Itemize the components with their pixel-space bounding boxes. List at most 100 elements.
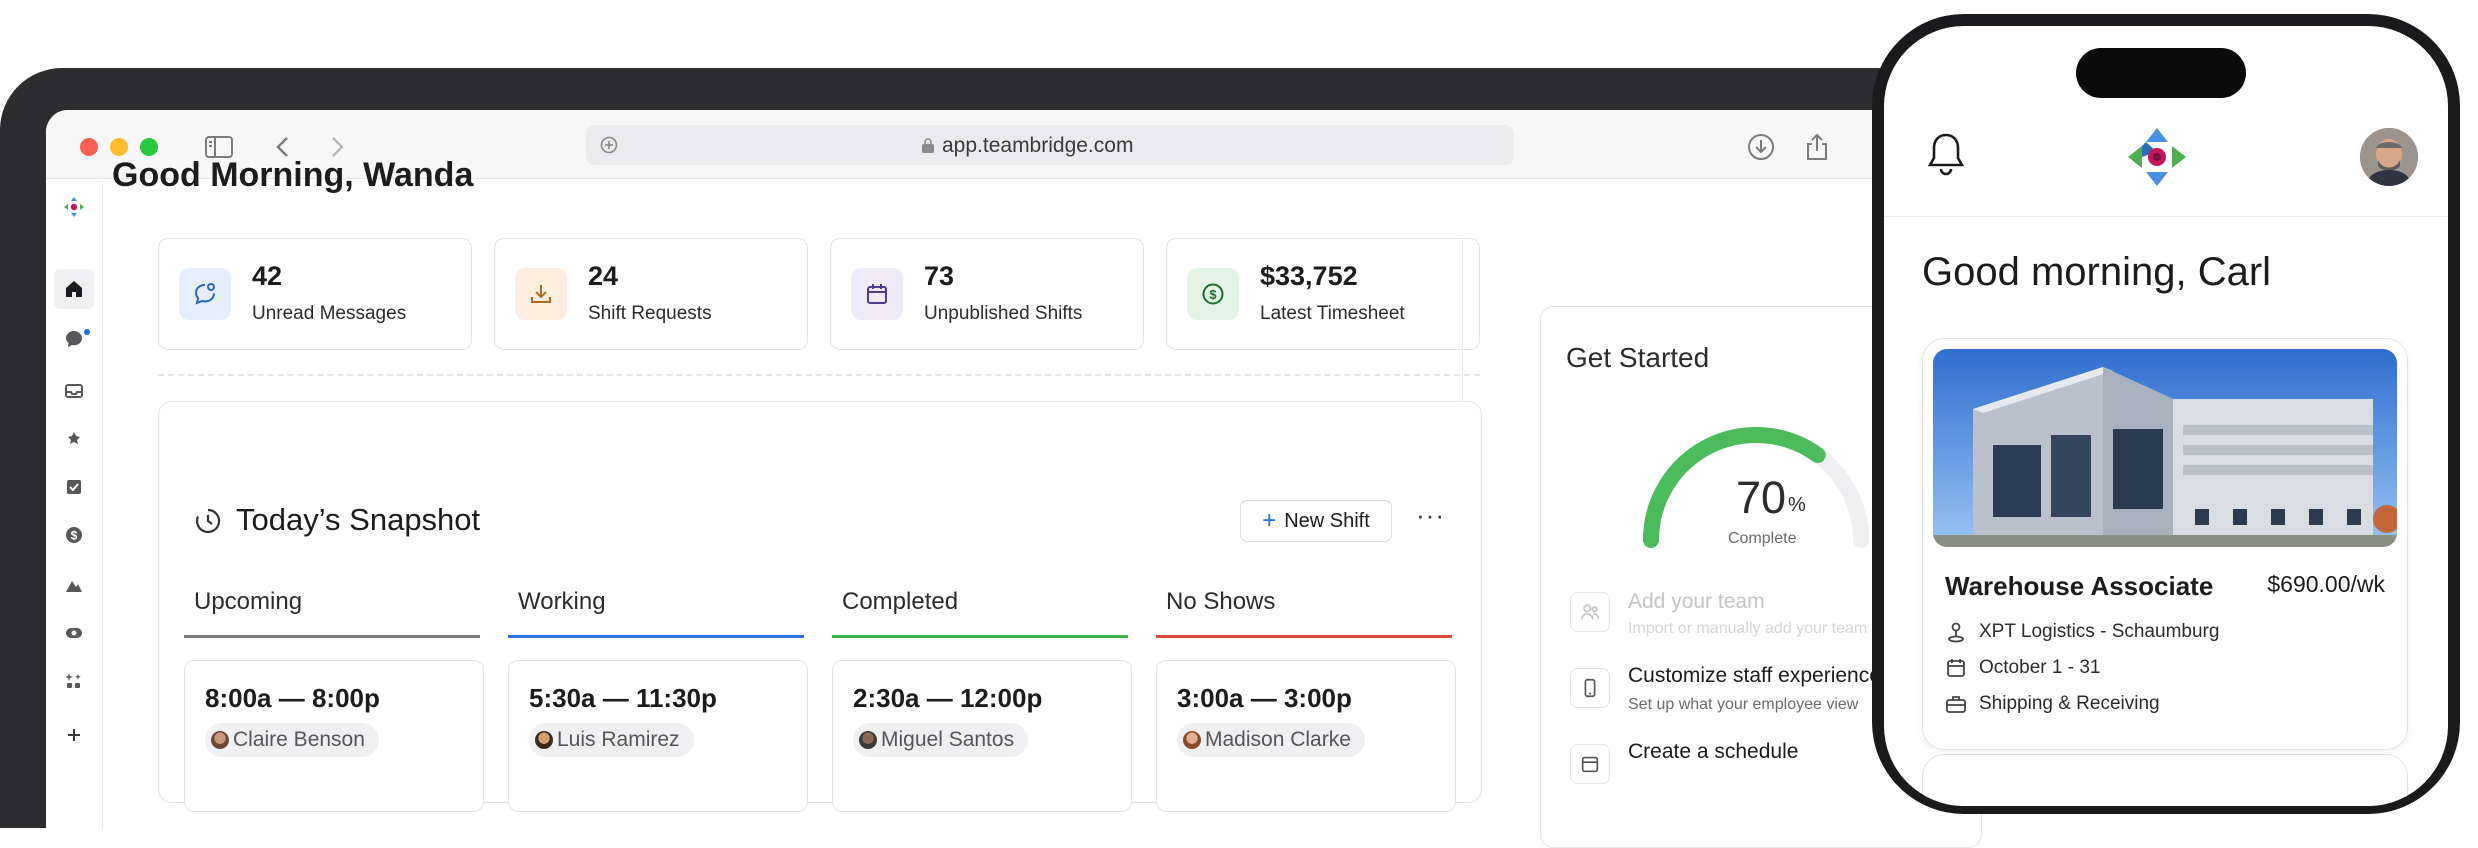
sidebar-item-tasks[interactable] <box>60 473 88 501</box>
job-card[interactable] <box>1922 754 2408 806</box>
stat-value: $33,752 <box>1260 261 1358 291</box>
job-department: Shipping & Receiving <box>1979 693 2160 714</box>
column-header-upcoming[interactable]: Upcoming <box>194 588 302 616</box>
maximize-window-button[interactable] <box>140 138 158 156</box>
bell-icon[interactable] <box>1924 130 1968 178</box>
download-icon <box>515 268 567 320</box>
stat-label: Unpublished Shifts <box>924 303 1083 324</box>
job-location-row: XPT Logistics - Schaumburg <box>1945 621 2219 643</box>
avatar <box>1183 731 1201 749</box>
share-icon[interactable] <box>1802 132 1832 162</box>
more-options-icon[interactable]: ··· <box>1416 500 1445 531</box>
sidebar-add-icon[interactable] <box>60 721 88 749</box>
job-title: Warehouse Associate <box>1945 571 2214 601</box>
sidebar-item-devices[interactable] <box>60 619 88 647</box>
gauge-fill <box>1643 427 1826 548</box>
task-title[interactable]: Customize staff experience <box>1628 664 1881 688</box>
job-dates-row: October 1 - 31 <box>1945 657 2100 679</box>
stat-label: Shift Requests <box>588 303 712 324</box>
job-dates: October 1 - 31 <box>1979 657 2101 678</box>
calendar-icon <box>851 268 903 320</box>
shift-time: 3:00a — 3:00p <box>1177 683 1352 713</box>
stat-card-unpublished-shifts[interactable]: 73 Unpublished Shifts <box>830 238 1144 350</box>
clock-icon <box>194 507 222 535</box>
stat-value: 42 <box>252 261 283 291</box>
column-underline-working <box>508 635 804 638</box>
avatar <box>535 731 553 749</box>
close-window-button[interactable] <box>80 138 98 156</box>
column-underline-no-shows <box>1156 635 1452 638</box>
avatar[interactable] <box>2360 128 2418 186</box>
url-text: app.teambridge.com <box>942 134 1134 157</box>
page-title: Good Morning, Wanda <box>112 156 474 194</box>
stat-card-shift-requests[interactable]: 24 Shift Requests <box>494 238 808 350</box>
column-header-working[interactable]: Working <box>518 588 606 616</box>
teambridge-logo-icon[interactable] <box>2126 126 2188 188</box>
column-underline-upcoming <box>184 635 480 638</box>
sidebar-item-integrations[interactable] <box>60 425 88 453</box>
employee-chip[interactable]: Miguel Santos <box>853 723 1029 757</box>
get-started-title: Get Started <box>1566 342 1710 373</box>
task-title[interactable]: Create a schedule <box>1628 740 1798 764</box>
dynamic-island <box>2076 48 2246 98</box>
snapshot-title: Today’s Snapshot <box>236 502 481 537</box>
sidebar-item-home[interactable] <box>54 269 94 309</box>
mobile-phone-icon <box>1570 668 1610 708</box>
employee-name: Luis Ramirez <box>557 728 680 751</box>
site-settings-icon[interactable] <box>600 136 618 154</box>
shift-card[interactable]: 3:00a — 3:00p Madison Clarke <box>1156 660 1456 812</box>
message-icon <box>179 268 231 320</box>
employee-chip[interactable]: Madison Clarke <box>1177 723 1365 757</box>
sidebar-item-payroll[interactable]: $ <box>60 521 88 549</box>
teambridge-logo-icon[interactable] <box>60 193 88 221</box>
briefcase-icon <box>1946 696 1966 713</box>
stat-label: Latest Timesheet <box>1260 303 1405 324</box>
svg-text:$: $ <box>1209 287 1217 302</box>
employee-name: Claire Benson <box>233 728 365 751</box>
users-icon <box>1570 592 1610 632</box>
job-pay: $690.00/wk <box>2267 571 2385 597</box>
calendar-icon <box>1947 659 1965 677</box>
column-underline-completed <box>832 635 1128 638</box>
new-shift-button[interactable]: + New Shift <box>1240 500 1392 542</box>
app-sidebar: $ <box>46 179 103 830</box>
shift-time: 2:30a — 12:00p <box>853 683 1043 713</box>
shift-time: 8:00a — 8:00p <box>205 683 380 713</box>
job-card[interactable]: Warehouse Associate $690.00/wk XPT Logis… <box>1922 338 2408 750</box>
job-department-row: Shipping & Receiving <box>1945 693 2160 715</box>
phone-greeting: Good morning, Carl <box>1922 250 2272 294</box>
employee-chip[interactable]: Luis Ramirez <box>529 723 694 757</box>
shift-card[interactable]: 8:00a — 8:00p Claire Benson <box>184 660 484 812</box>
new-shift-label: New Shift <box>1284 509 1370 532</box>
shift-card[interactable]: 2:30a — 12:00p Miguel Santos <box>832 660 1132 812</box>
svg-text:$: $ <box>71 529 78 543</box>
phone-frame: Good morning, Carl Warehouse Associate $… <box>1872 14 2460 814</box>
employee-name: Miguel Santos <box>881 728 1015 751</box>
sidebar-item-inbox[interactable] <box>60 377 88 405</box>
progress-unit: % <box>1788 494 1806 516</box>
calendar-icon <box>1570 744 1610 784</box>
employee-chip[interactable]: Claire Benson <box>205 723 379 757</box>
plus-icon: + <box>1262 507 1277 534</box>
downloads-icon[interactable] <box>1746 132 1776 162</box>
stat-label: Unread Messages <box>252 303 407 324</box>
sidebar-item-reports[interactable] <box>60 571 88 599</box>
lock-icon <box>921 137 935 153</box>
stat-card-unread-messages[interactable]: 42 Unread Messages <box>158 238 472 350</box>
address-bar[interactable]: app.teambridge.com <box>586 125 1514 165</box>
task-title[interactable]: Add your team <box>1628 590 1765 614</box>
job-location: XPT Logistics - Schaumburg <box>1979 621 2220 642</box>
phone-screen: Good morning, Carl Warehouse Associate $… <box>1884 26 2448 806</box>
stat-card-latest-timesheet[interactable]: $ $33,752 Latest Timesheet <box>1166 238 1480 350</box>
employee-name: Madison Clarke <box>1205 728 1351 751</box>
progress-label: Complete <box>1728 530 1797 547</box>
stat-value: 24 <box>588 261 619 291</box>
task-subtitle: Import or manually add your team <box>1628 620 1868 637</box>
sidebar-item-apps[interactable] <box>60 667 88 695</box>
column-header-no-shows[interactable]: No Shows <box>1166 588 1275 616</box>
minimize-window-button[interactable] <box>110 138 128 156</box>
avatar <box>859 731 877 749</box>
shift-card[interactable]: 5:30a — 11:30p Luis Ramirez <box>508 660 808 812</box>
column-header-completed[interactable]: Completed <box>842 588 958 616</box>
messages-notification-dot <box>84 329 90 335</box>
